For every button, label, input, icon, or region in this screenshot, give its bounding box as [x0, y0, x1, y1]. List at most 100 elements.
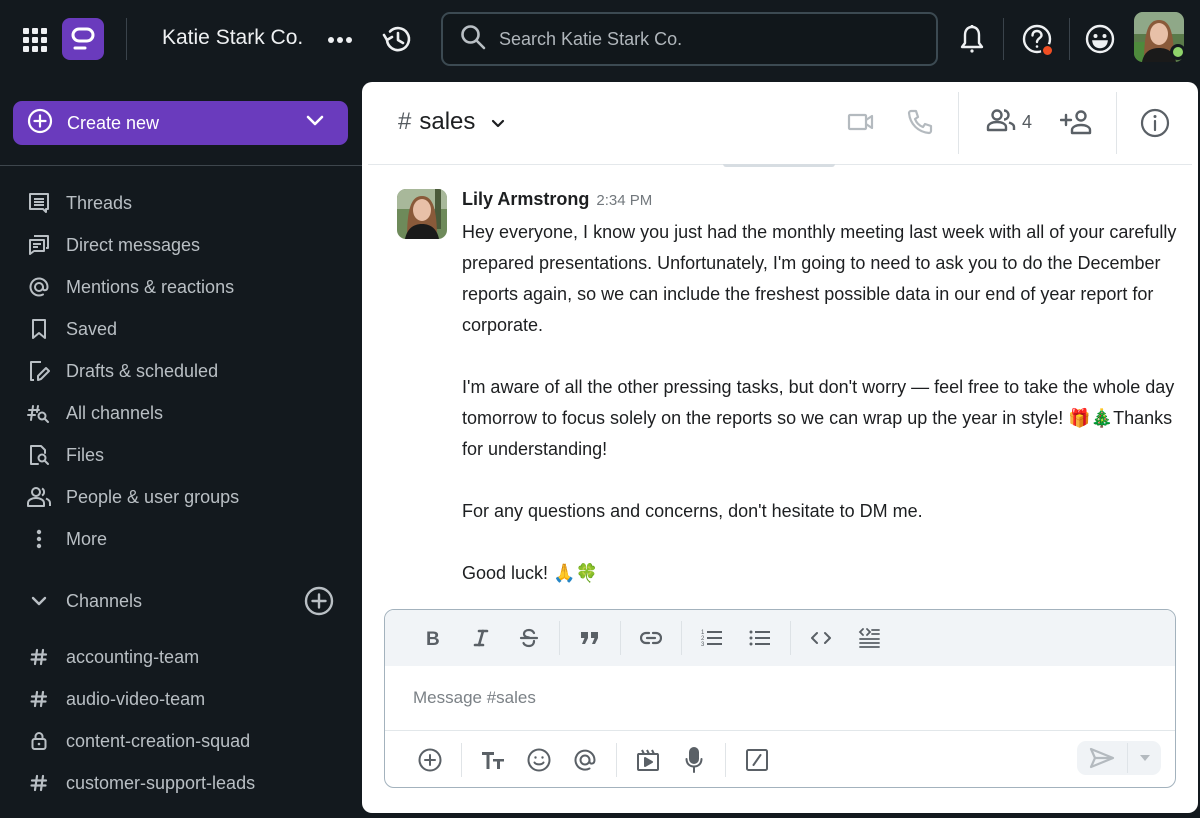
- video-clip-icon[interactable]: [625, 740, 671, 780]
- help-icon[interactable]: [1018, 20, 1056, 58]
- scroll-indicator[interactable]: [723, 164, 835, 167]
- emoji-status-icon[interactable]: [1083, 22, 1117, 56]
- search-icon: [459, 23, 487, 56]
- history-icon[interactable]: [380, 22, 414, 56]
- send-button[interactable]: [1077, 741, 1127, 775]
- send-options-button[interactable]: [1128, 741, 1161, 775]
- channel-name: sales: [419, 108, 476, 135]
- link-button[interactable]: [627, 620, 675, 656]
- strikethrough-button[interactable]: [505, 620, 553, 656]
- mention-icon[interactable]: [562, 740, 608, 780]
- apps-grid-icon[interactable]: [22, 27, 48, 53]
- file-search-icon: [26, 442, 52, 468]
- sidebar-item-saved[interactable]: Saved: [26, 311, 346, 347]
- sidebar-item-people-user-groups[interactable]: People & user groups: [26, 479, 346, 515]
- search-input[interactable]: [499, 28, 899, 50]
- divider: [0, 165, 362, 166]
- notification-badge: [1041, 44, 1054, 57]
- hash-icon: [26, 686, 52, 712]
- more-vertical-icon: [26, 526, 52, 552]
- message-header: Lily Armstrong 2:34 PM: [462, 189, 652, 210]
- numbered-list-button[interactable]: 123: [688, 620, 736, 656]
- top-bar: Katie Stark Co.: [0, 0, 1200, 80]
- message-author[interactable]: Lily Armstrong: [462, 189, 589, 210]
- bold-button[interactable]: B: [409, 620, 457, 656]
- channel-item-customer-support-leads[interactable]: customer-support-leads: [26, 765, 346, 801]
- text-format-icon[interactable]: [470, 740, 516, 780]
- sidebar-item-direct-messages[interactable]: Direct messages: [26, 227, 346, 263]
- italic-button[interactable]: [457, 620, 505, 656]
- bell-icon[interactable]: [955, 22, 989, 56]
- channel-title-button[interactable]: # sales: [398, 108, 505, 136]
- phone-call-icon[interactable]: [904, 106, 936, 138]
- emoji-icon[interactable]: [516, 740, 562, 780]
- channels-section-toggle[interactable]: Channels: [26, 583, 346, 619]
- divider: [1003, 18, 1004, 60]
- channel-search-icon: [26, 400, 52, 426]
- sidebar: Create new Threads Direct messages Menti…: [0, 80, 362, 818]
- message-timestamp[interactable]: 2:34 PM: [596, 192, 652, 209]
- app-logo[interactable]: [62, 18, 104, 60]
- add-channel-button[interactable]: [303, 585, 335, 617]
- at-icon: [26, 274, 52, 300]
- divider: [461, 743, 462, 777]
- draft-edit-icon: [26, 358, 52, 384]
- slash-command-icon[interactable]: [734, 740, 780, 780]
- message-input[interactable]: [413, 678, 1113, 718]
- plus-circle-icon: [304, 586, 334, 616]
- sidebar-item-drafts-scheduled[interactable]: Drafts & scheduled: [26, 353, 346, 389]
- people-icon: [26, 484, 52, 510]
- quote-button[interactable]: [566, 620, 614, 656]
- search-box[interactable]: [441, 12, 938, 66]
- workspace-name[interactable]: Katie Stark Co.: [162, 26, 303, 50]
- sidebar-item-all-channels[interactable]: All channels: [26, 395, 346, 431]
- sidebar-item-mentions-reactions[interactable]: Mentions & reactions: [26, 269, 346, 305]
- divider: [126, 18, 127, 60]
- plus-circle-icon: [27, 108, 53, 139]
- divider: [385, 730, 1175, 731]
- threads-icon: [26, 190, 52, 216]
- add-member-icon[interactable]: [1060, 106, 1094, 138]
- divider: [1069, 18, 1070, 60]
- video-call-icon[interactable]: [846, 107, 876, 137]
- sidebar-item-label: Drafts & scheduled: [66, 360, 219, 381]
- sidebar-item-more[interactable]: More: [26, 521, 346, 557]
- bulleted-list-button[interactable]: [736, 620, 784, 656]
- message-paragraph: Good luck! 🙏🍀: [462, 563, 598, 583]
- formatting-toolbar: B 123: [385, 610, 1175, 666]
- message-paragraph: For any questions and concerns, don't he…: [462, 501, 923, 521]
- code-button[interactable]: [797, 620, 845, 656]
- code-block-button[interactable]: [845, 620, 893, 656]
- lock-icon: [26, 728, 52, 754]
- channel-name: content-creation-squad: [66, 730, 251, 751]
- members-button[interactable]: 4: [984, 106, 1034, 138]
- chevron-down-icon: [306, 114, 324, 132]
- sidebar-item-files[interactable]: Files: [26, 437, 346, 473]
- create-new-label: Create new: [67, 112, 160, 133]
- sidebar-item-label: Direct messages: [66, 234, 201, 255]
- channel-item-audio-video-team[interactable]: audio-video-team: [26, 681, 346, 717]
- channel-item-accounting-team[interactable]: accounting-team: [26, 639, 346, 675]
- author-avatar[interactable]: [397, 189, 447, 239]
- channel-info-icon[interactable]: [1138, 106, 1172, 140]
- channel-panel: # sales 4 Lily Armstrong 2:34 PM Hey eve…: [362, 82, 1198, 813]
- microphone-icon[interactable]: [671, 740, 717, 780]
- svg-text:3: 3: [701, 642, 705, 648]
- more-horizontal-icon[interactable]: [326, 28, 354, 52]
- sidebar-item-threads[interactable]: Threads: [26, 185, 346, 221]
- composer-actions: [407, 738, 780, 782]
- divider: [616, 743, 617, 777]
- hash-icon: #: [398, 108, 412, 135]
- sidebar-item-label: Files: [66, 444, 105, 465]
- channel-item-content-creation-squad[interactable]: content-creation-squad: [26, 723, 346, 759]
- sidebar-item-label: More: [66, 528, 108, 549]
- channel-header: # sales 4: [362, 82, 1198, 164]
- attach-plus-icon[interactable]: [407, 740, 453, 780]
- people-icon: [986, 108, 1016, 137]
- create-new-button[interactable]: Create new: [13, 101, 348, 145]
- send-icon: [1089, 747, 1115, 769]
- channel-name: accounting-team: [66, 646, 200, 667]
- channel-name: customer-support-leads: [66, 772, 256, 793]
- divider: [958, 92, 959, 154]
- direct-messages-icon: [26, 232, 52, 258]
